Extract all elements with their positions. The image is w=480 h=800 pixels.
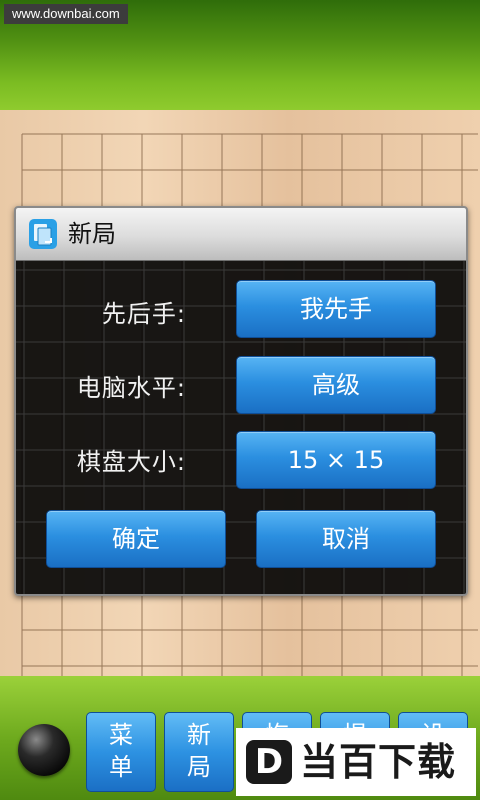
menu-button[interactable]: 菜 单: [86, 712, 156, 792]
board-size-label: 棋盘大小:: [76, 448, 186, 476]
new-game-button[interactable]: 新 局: [164, 712, 234, 792]
new-game-button-label-1: 新: [187, 721, 211, 749]
brand-text: 当百下载: [300, 740, 457, 784]
new-game-button-label-2: 局: [187, 753, 211, 781]
turn-order-label: 先后手:: [101, 300, 186, 328]
brand-watermark: D 当百下载: [236, 728, 476, 796]
new-game-dialog: 新局 先后手: 我先手 电脑水平: 高级 棋盘大小: 15 × 15 确定 取消: [14, 206, 468, 596]
dialog-header: 新局: [16, 208, 466, 261]
board-size-button[interactable]: 15 × 15: [236, 431, 436, 489]
difficulty-button[interactable]: 高级: [236, 356, 436, 414]
menu-button-label-2: 单: [109, 753, 133, 781]
confirm-button[interactable]: 确定: [46, 510, 226, 568]
cancel-button[interactable]: 取消: [256, 510, 436, 568]
difficulty-label: 电脑水平:: [76, 374, 186, 402]
document-icon: [29, 219, 57, 249]
brand-logo-icon: D: [246, 740, 292, 784]
top-banner: www.downbai.com: [0, 0, 480, 110]
turn-order-button[interactable]: 我先手: [236, 280, 436, 338]
menu-button-label-1: 菜: [109, 721, 133, 749]
site-watermark: www.downbai.com: [4, 4, 128, 24]
dialog-title: 新局: [68, 220, 116, 248]
current-stone-indicator: [18, 724, 70, 776]
